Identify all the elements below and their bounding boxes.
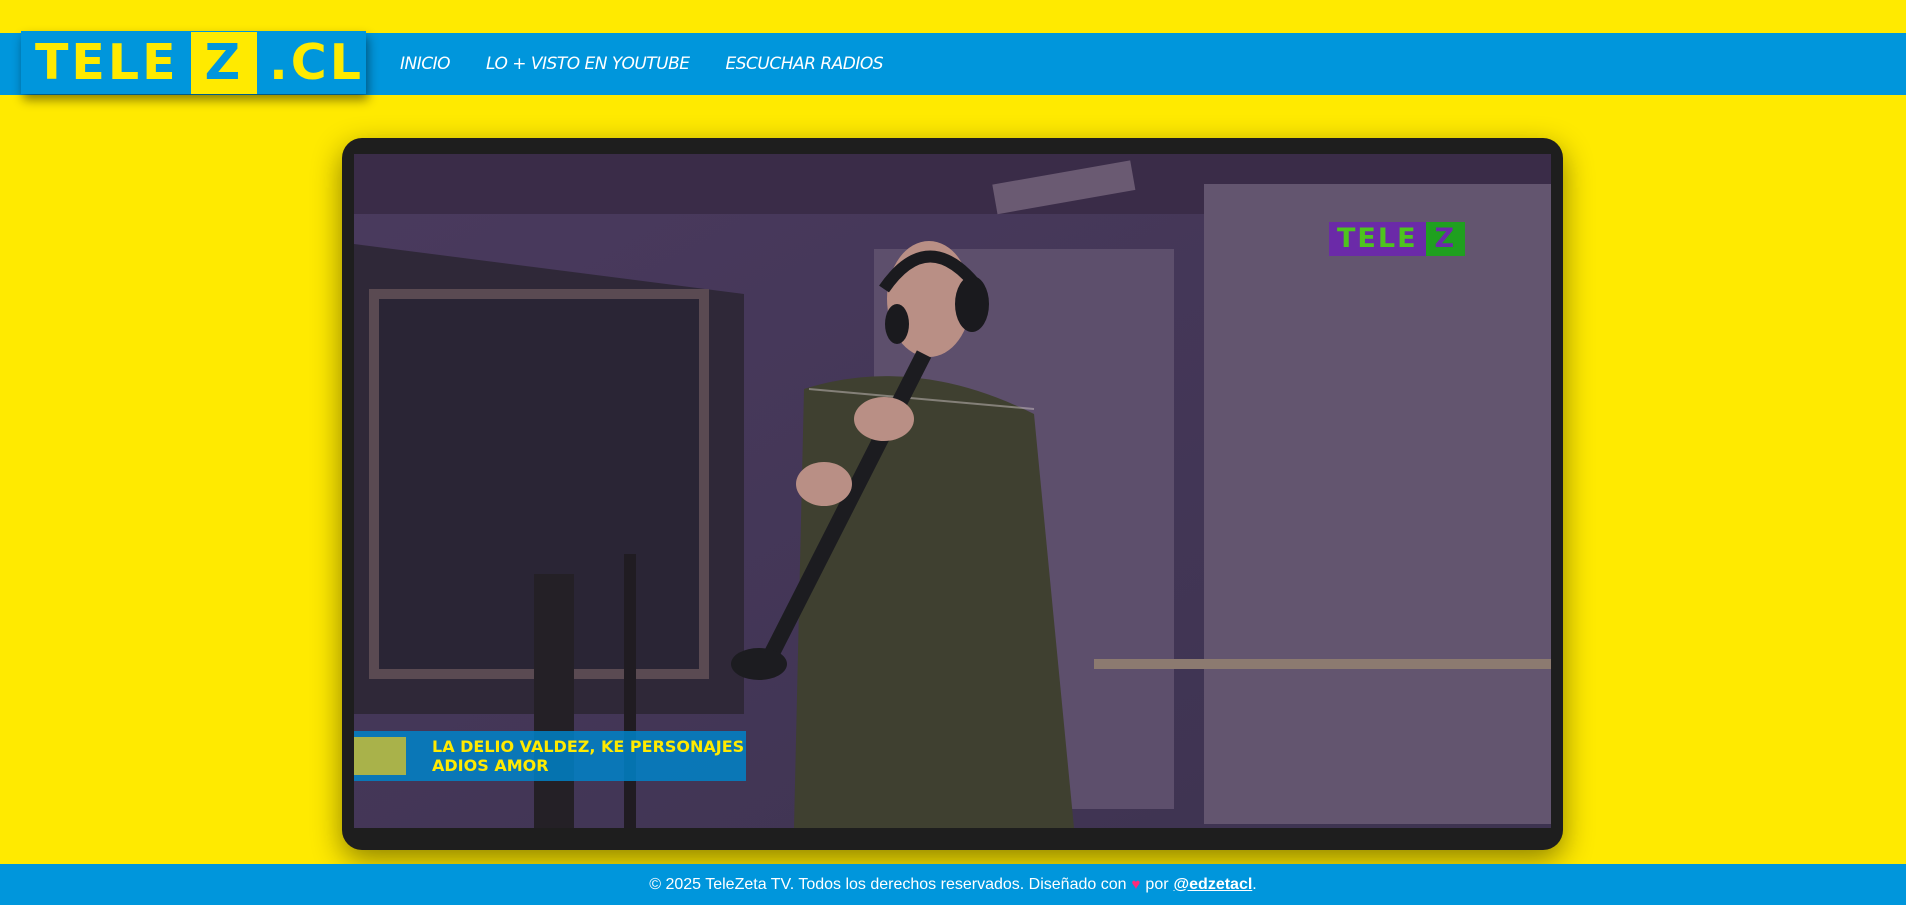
nav-inicio[interactable]: INICIO: [400, 54, 451, 74]
video-frame[interactable]: TELE Z LA DELIO VALDEZ, KE PERSONAJES AD…: [354, 154, 1551, 828]
video-caption-banner: LA DELIO VALDEZ, KE PERSONAJES ADIOS AMO…: [354, 731, 746, 781]
logo-text-cl: .CL: [269, 34, 364, 91]
caption-song: ADIOS AMOR: [432, 756, 549, 775]
watermark-tele: TELE: [1329, 222, 1426, 256]
channel-watermark: TELE Z: [1329, 222, 1466, 256]
logo-text-z: Z: [190, 31, 258, 94]
footer-period: .: [1252, 875, 1257, 893]
caption-text: LA DELIO VALDEZ, KE PERSONAJES ADIOS AMO…: [432, 737, 744, 775]
logo-text-tele: TELE: [35, 34, 179, 91]
nav-lo-mas-visto[interactable]: LO + VISTO EN YOUTUBE: [486, 54, 690, 74]
caption-artist: LA DELIO VALDEZ, KE PERSONAJES: [432, 737, 745, 756]
watermark-z: Z: [1425, 222, 1466, 256]
footer-por: por: [1145, 875, 1169, 893]
caption-accent-block: [354, 737, 406, 775]
heart-icon: ♥: [1131, 876, 1141, 893]
footer-copyright: © 2025 TeleZeta TV. Todos los derechos r…: [649, 875, 1127, 893]
site-footer: © 2025 TeleZeta TV. Todos los derechos r…: [0, 864, 1906, 905]
site-logo[interactable]: TELE Z .CL: [21, 31, 366, 94]
footer-author-link[interactable]: @edzetacl: [1174, 876, 1253, 893]
nav-escuchar-radios[interactable]: ESCUCHAR RADIOS: [726, 54, 884, 74]
main-nav: INICIO LO + VISTO EN YOUTUBE ESCUCHAR RA…: [400, 33, 884, 95]
video-player[interactable]: TELE Z LA DELIO VALDEZ, KE PERSONAJES AD…: [342, 138, 1563, 850]
